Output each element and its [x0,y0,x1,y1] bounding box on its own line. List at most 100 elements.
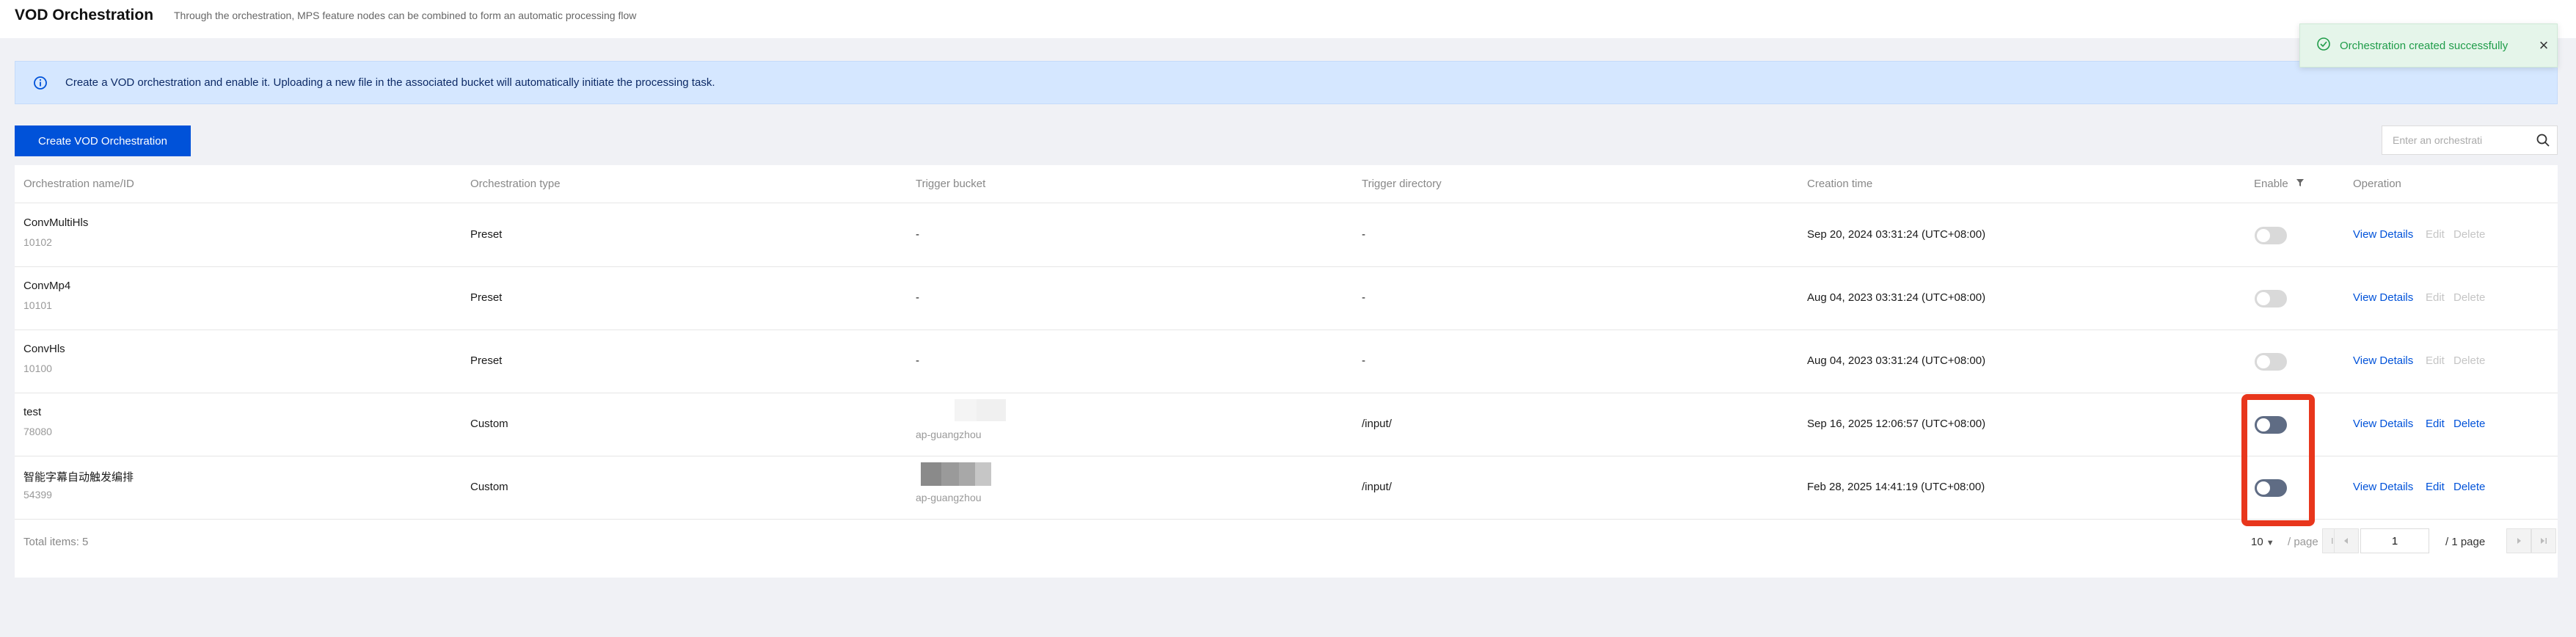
info-icon [33,76,48,90]
table-header: Orchestration name/ID Orchestration type… [15,165,2558,203]
toast-message: Orchestration created successfully [2340,39,2509,52]
trigger-bucket: - [916,354,919,367]
edit-link[interactable]: Edit [2426,481,2445,493]
per-page-label: / page [2288,536,2318,548]
view-details-link[interactable]: View Details [2353,291,2413,304]
page-number-input[interactable] [2360,528,2429,553]
orchestration-type: Preset [470,228,503,241]
column-header-bucket: Trigger bucket [916,178,986,190]
highlight-annotation [2241,394,2315,526]
orchestration-id: 54399 [23,489,52,500]
chevron-left-icon [2344,538,2348,544]
toggle-knob [2257,355,2270,368]
column-header-created: Creation time [1807,178,1873,190]
edit-link[interactable]: Edit [2426,291,2445,304]
success-check-icon [2316,37,2331,55]
prev-page-button[interactable] [2334,528,2359,553]
enable-header-label: Enable [2254,178,2288,190]
toggle-knob [2257,229,2270,242]
enable-toggle[interactable] [2255,290,2287,307]
view-details-link[interactable]: View Details [2353,418,2413,430]
create-orchestration-button[interactable]: Create VOD Orchestration [15,125,191,156]
toggle-knob [2257,292,2270,305]
creation-time: Feb 28, 2025 14:41:19 (UTC+08:00) [1807,481,1985,493]
page-size-select[interactable]: 10 ▼ [2251,536,2274,548]
orchestration-type: Custom [470,418,508,430]
filter-icon[interactable] [2296,165,2305,203]
last-page-button[interactable] [2531,528,2556,553]
table-row: test 78080 Custom ap-guangzhou /input/ S… [15,393,2558,456]
orchestration-id: 10100 [23,363,52,374]
total-items: Total items: 5 [23,536,89,548]
table-row: ConvHls 10100 Preset - - Aug 04, 2023 03… [15,330,2558,393]
edit-link[interactable]: Edit [2426,228,2445,241]
orchestration-table: Orchestration name/ID Orchestration type… [15,165,2558,578]
enable-toggle[interactable] [2255,227,2287,244]
trigger-directory: - [1362,228,1365,241]
edit-link[interactable]: Edit [2426,418,2445,430]
redacted-bucket-name [959,462,975,486]
page-header: VOD Orchestration Through the orchestrat… [0,0,2576,38]
orchestration-type: Preset [470,291,503,304]
column-header-type: Orchestration type [470,178,561,190]
search-icon[interactable] [2529,126,2557,154]
column-header-name: Orchestration name/ID [23,178,134,190]
delete-link[interactable]: Delete [2453,354,2485,367]
delete-link[interactable]: Delete [2453,228,2485,241]
page-title: VOD Orchestration [15,7,154,23]
column-header-directory: Trigger directory [1362,178,1442,190]
trigger-directory: /input/ [1362,418,1392,430]
table-row: ConvMp4 10101 Preset - - Aug 04, 2023 03… [15,267,2558,330]
orchestration-id: 10102 [23,236,52,248]
search-input[interactable] [2382,126,2529,154]
table-row: 智能字幕自动触发编排 54399 Custom ap-guangzhou /in… [15,456,2558,520]
info-banner: Create a VOD orchestration and enable it… [15,61,2558,104]
edit-link[interactable]: Edit [2426,354,2445,367]
success-toast: Orchestration created successfully × [2299,23,2558,68]
bucket-region: ap-guangzhou [916,492,982,503]
trigger-bucket: - [916,228,919,241]
creation-time: Aug 04, 2023 03:31:24 (UTC+08:00) [1807,291,1986,304]
orchestration-id: 78080 [23,426,52,437]
redacted-bucket-name [955,399,977,421]
info-banner-text: Create a VOD orchestration and enable it… [65,76,715,89]
bucket-region: ap-guangzhou [916,429,982,440]
redacted-bucket-name [921,462,941,486]
total-pages-label: / 1 page [2445,536,2486,548]
delete-link[interactable]: Delete [2453,291,2485,304]
page-description: Through the orchestration, MPS feature n… [174,10,637,21]
chevron-down-icon: ▼ [2266,539,2274,547]
page-size-value: 10 [2251,536,2263,548]
column-header-operation: Operation [2353,178,2401,190]
orchestration-type: Preset [470,354,503,367]
next-page-button[interactable] [2506,528,2531,553]
search-box [2382,125,2558,155]
orchestration-name: ConvMp4 [23,280,71,292]
chevron-right-icon [2517,538,2521,544]
redacted-bucket-name [977,399,1006,421]
creation-time: Sep 16, 2025 12:06:57 (UTC+08:00) [1807,418,1986,430]
delete-link[interactable]: Delete [2453,481,2485,493]
last-page-icon [2541,538,2547,544]
view-details-link[interactable]: View Details [2353,228,2413,241]
orchestration-name: ConvMultiHls [23,216,89,229]
creation-time: Aug 04, 2023 03:31:24 (UTC+08:00) [1807,354,1986,367]
close-icon[interactable]: × [2531,36,2557,55]
trigger-bucket: - [916,291,919,304]
redacted-bucket-name [941,462,959,486]
delete-link[interactable]: Delete [2453,418,2485,430]
column-header-enable: Enable [2254,165,2305,203]
view-details-link[interactable]: View Details [2353,481,2413,493]
enable-toggle[interactable] [2255,353,2287,371]
creation-time: Sep 20, 2024 03:31:24 (UTC+08:00) [1807,228,1986,241]
trigger-directory: /input/ [1362,481,1392,493]
orchestration-name: ConvHls [23,343,65,355]
orchestration-name: 智能字幕自动触发编排 [23,471,134,484]
view-details-link[interactable]: View Details [2353,354,2413,367]
trigger-directory: - [1362,291,1365,304]
redacted-bucket-name [975,462,991,486]
orchestration-type: Custom [470,481,508,493]
table-row: ConvMultiHls 10102 Preset - - Sep 20, 20… [15,204,2558,267]
orchestration-name: test [23,406,42,418]
orchestration-id: 10101 [23,299,52,311]
